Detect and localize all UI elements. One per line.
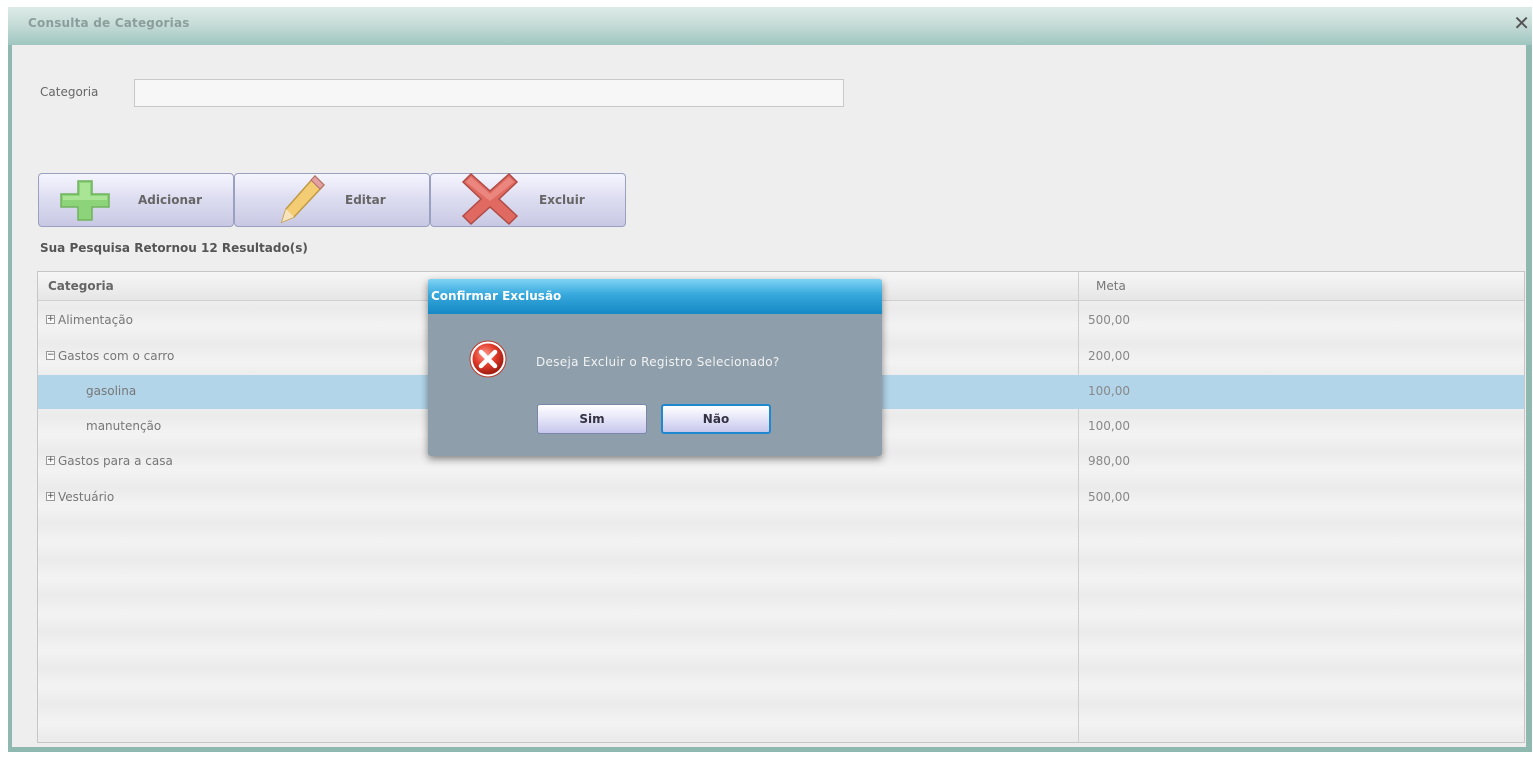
yes-button[interactable]: Sim xyxy=(537,404,647,434)
category-cell: gasolina xyxy=(86,384,137,398)
collapse-icon[interactable]: − xyxy=(46,351,55,360)
window-titlebar[interactable]: Consulta de Categorias ✕ xyxy=(8,7,1532,45)
meta-cell: 100,00 xyxy=(1088,384,1130,398)
dialog-message: Deseja Excluir o Registro Selecionado? xyxy=(536,355,780,369)
close-icon[interactable]: ✕ xyxy=(1513,13,1530,33)
add-button[interactable]: Adicionar xyxy=(38,173,234,227)
pencil-icon xyxy=(280,174,326,224)
meta-cell: 980,00 xyxy=(1088,454,1130,468)
delete-button[interactable]: Excluir xyxy=(430,172,626,227)
category-search-label: Categoria xyxy=(40,85,99,99)
expand-icon[interactable]: + xyxy=(46,456,55,465)
category-cell: Alimentação xyxy=(58,313,133,327)
category-cell: Gastos para a casa xyxy=(58,454,173,468)
error-icon xyxy=(469,340,507,378)
category-search-input[interactable] xyxy=(134,79,844,107)
window-title: Consulta de Categorias xyxy=(28,16,190,30)
expand-icon[interactable]: + xyxy=(46,315,55,324)
category-cell: manutenção xyxy=(86,419,162,433)
delete-button-label: Excluir xyxy=(539,193,585,207)
meta-cell: 500,00 xyxy=(1088,313,1130,327)
category-cell: Vestuário xyxy=(58,490,115,504)
meta-cell: 200,00 xyxy=(1088,349,1130,363)
edit-button[interactable]: Editar xyxy=(234,173,430,227)
confirm-delete-dialog: Confirmar Exclusão Deseja Excluir o Regi… xyxy=(428,279,882,456)
x-icon xyxy=(461,172,519,226)
edit-button-label: Editar xyxy=(345,193,386,207)
results-count: Sua Pesquisa Retornou 12 Resultado(s) xyxy=(40,241,308,255)
column-header-meta[interactable]: Meta xyxy=(1096,279,1126,293)
category-cell: Gastos com o carro xyxy=(58,349,175,363)
dialog-titlebar[interactable]: Confirmar Exclusão xyxy=(428,279,882,314)
expand-icon[interactable]: + xyxy=(46,492,55,501)
add-button-label: Adicionar xyxy=(138,193,203,207)
column-header-category[interactable]: Categoria xyxy=(48,279,114,293)
meta-cell: 500,00 xyxy=(1088,490,1130,504)
dialog-title: Confirmar Exclusão xyxy=(431,289,562,303)
plus-icon xyxy=(60,180,110,221)
no-button[interactable]: Não xyxy=(661,404,771,434)
table-row[interactable]: + Vestuário 500,00 xyxy=(38,481,1524,515)
meta-cell: 100,00 xyxy=(1088,419,1130,433)
